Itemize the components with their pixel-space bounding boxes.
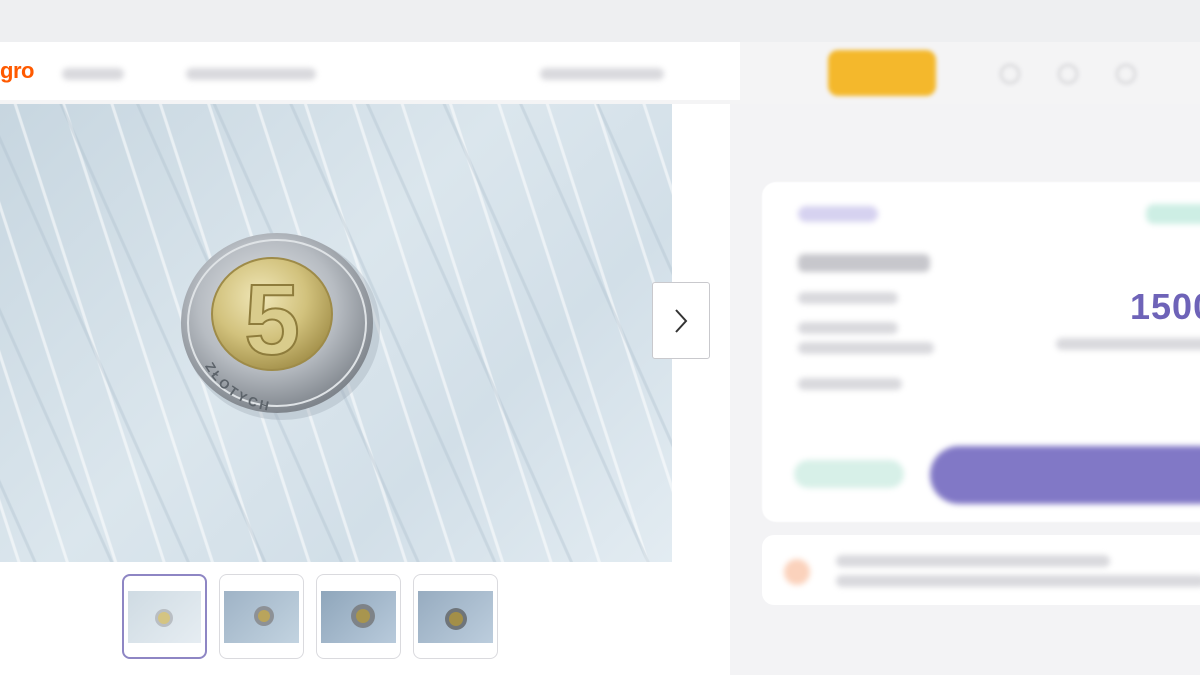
thumbnail-image xyxy=(321,590,396,643)
image-gallery: 5 ZŁOTYCH xyxy=(0,104,730,675)
offer-price: 1500 xyxy=(1124,286,1200,328)
thumbnail-strip xyxy=(122,574,498,659)
user-icon[interactable] xyxy=(1000,64,1020,84)
main-photo[interactable]: 5 ZŁOTYCH xyxy=(0,104,672,562)
nav-link-blurred[interactable] xyxy=(186,68,316,80)
search-icon[interactable] xyxy=(1058,64,1078,84)
info-text-line xyxy=(836,575,1200,587)
offer-detail-line xyxy=(798,342,934,354)
thumbnail-2[interactable] xyxy=(219,574,304,659)
site-logo[interactable]: gro xyxy=(0,58,34,84)
thumbnail-image xyxy=(224,590,299,643)
status-badge xyxy=(1146,204,1200,224)
thumbnail-4[interactable] xyxy=(413,574,498,659)
next-image-button[interactable] xyxy=(652,282,710,359)
offer-detail-line xyxy=(798,378,902,390)
chevron-right-icon xyxy=(675,308,688,333)
info-icon xyxy=(784,559,810,585)
secondary-action[interactable] xyxy=(794,460,904,488)
offer-detail-line xyxy=(798,322,898,334)
coin-thumb xyxy=(254,605,274,626)
thumbnail-image xyxy=(128,590,201,643)
info-text-line xyxy=(836,555,1110,567)
header-action-button[interactable] xyxy=(828,50,936,96)
search-field-blurred[interactable] xyxy=(540,68,664,80)
coin-image: 5 ZŁOTYCH xyxy=(181,233,380,420)
coin-thumb xyxy=(155,608,173,627)
info-card xyxy=(762,535,1200,605)
thumbnail-3[interactable] xyxy=(316,574,401,659)
coin-thumb xyxy=(351,603,375,628)
price-note xyxy=(1056,338,1200,350)
offer-detail-line xyxy=(798,292,898,304)
coin-thumb xyxy=(445,607,467,630)
listing-page: gro 1500 xyxy=(0,0,1200,675)
coin-denomination: 5 xyxy=(244,264,300,376)
nav-link-blurred[interactable] xyxy=(62,68,124,80)
thumbnail-image xyxy=(418,590,493,643)
category-badge xyxy=(798,206,878,222)
offer-title xyxy=(798,254,930,272)
buy-button[interactable] xyxy=(930,446,1200,504)
thumbnail-1[interactable] xyxy=(122,574,207,659)
cart-icon[interactable] xyxy=(1116,64,1136,84)
